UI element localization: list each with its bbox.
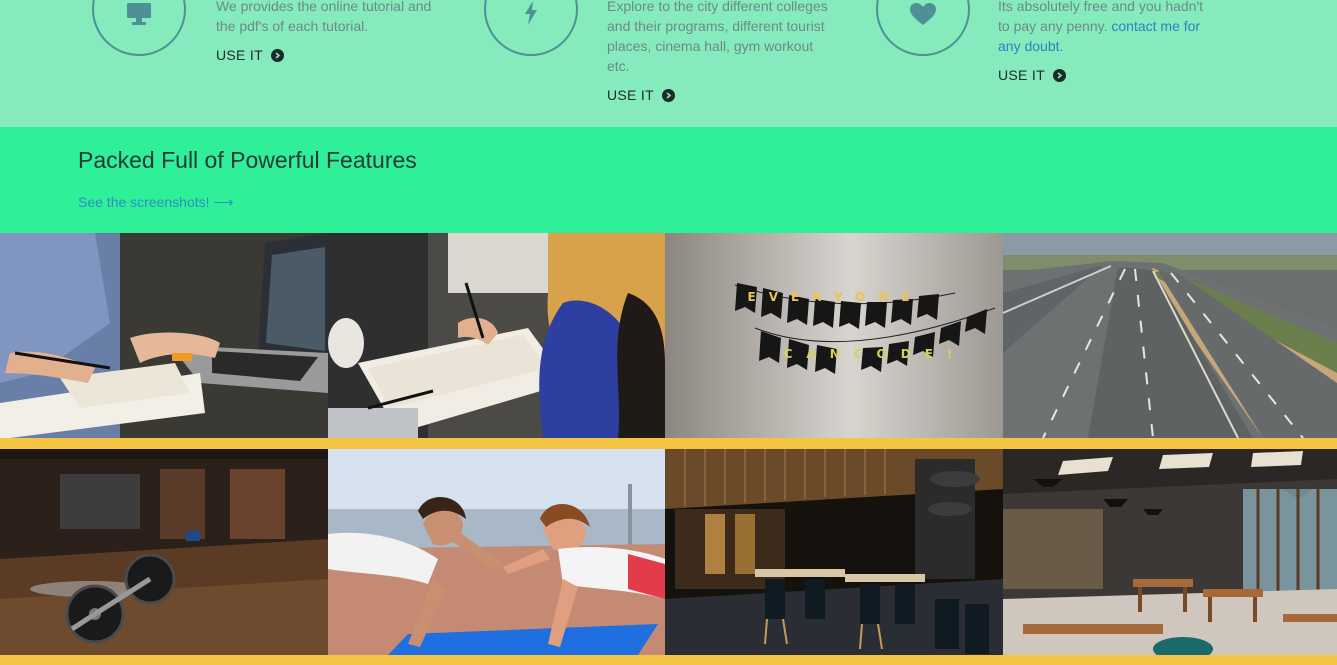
screenshot-gallery: EVERYONE CANCODE! (0, 233, 1337, 665)
cafe-photo (1003, 449, 1337, 655)
service-free: Its absolutely free and you hadn't to pa… (830, 0, 1337, 127)
lightning-icon (525, 1, 537, 25)
heart-icon (910, 3, 936, 25)
service-description: Its absolutely free and you hadn't to pa… (998, 0, 1204, 54)
services-section: We provides the online tutorial and the … (0, 0, 1337, 127)
highway-photo (1003, 233, 1337, 438)
features-section: Packed Full of Powerful Features See the… (0, 127, 1337, 233)
service-icon-circle (92, 0, 186, 56)
chevron-circle-right-icon (661, 88, 675, 102)
service-explore: Explore to the city different colleges a… (440, 0, 880, 127)
gym-photo (0, 449, 328, 655)
gallery-image-highway[interactable] (1003, 233, 1337, 438)
monitor-icon (127, 3, 151, 25)
contact-link-continued[interactable]: any doubt. (998, 38, 1063, 54)
service-description: Explore to the city different colleges a… (607, 0, 828, 74)
contact-link[interactable]: contact me for (1111, 18, 1200, 34)
gallery-image-laptop-notes[interactable] (0, 233, 328, 438)
laptop-notes-photo (0, 233, 328, 438)
gallery-image-restaurant[interactable] (665, 449, 1003, 655)
service-description: We provides the online tutorial and the … (216, 0, 432, 34)
service-tutorials: We provides the online tutorial and the … (0, 0, 440, 127)
use-it-link[interactable]: USE IT (607, 87, 675, 103)
screenshots-link[interactable]: See the screenshots! ⟶ (78, 194, 233, 211)
gallery-image-cafe[interactable] (1003, 449, 1337, 655)
use-it-label: USE IT (998, 67, 1045, 83)
service-icon-circle (484, 0, 578, 56)
chevron-circle-right-icon (270, 48, 284, 62)
service-icon-circle (876, 0, 970, 56)
restaurant-photo (665, 449, 1003, 655)
workout-photo (328, 449, 665, 655)
writing-photo (328, 233, 665, 438)
banner-text-top: EVERYONE (748, 290, 923, 304)
features-title: Packed Full of Powerful Features (78, 147, 417, 173)
banner-text-bottom: CANCODE! (784, 347, 967, 361)
use-it-link[interactable]: USE IT (998, 67, 1066, 83)
use-it-link[interactable]: USE IT (216, 47, 284, 63)
gallery-image-writing[interactable] (328, 233, 665, 438)
gallery-image-everyone-can-code[interactable]: EVERYONE CANCODE! (665, 233, 1003, 438)
gallery-image-gym[interactable] (0, 449, 328, 655)
use-it-label: USE IT (607, 87, 654, 103)
chevron-circle-right-icon (1052, 68, 1066, 82)
use-it-label: USE IT (216, 47, 263, 63)
banner-photo: EVERYONE CANCODE! (665, 233, 1003, 438)
gallery-image-workout[interactable] (328, 449, 665, 655)
